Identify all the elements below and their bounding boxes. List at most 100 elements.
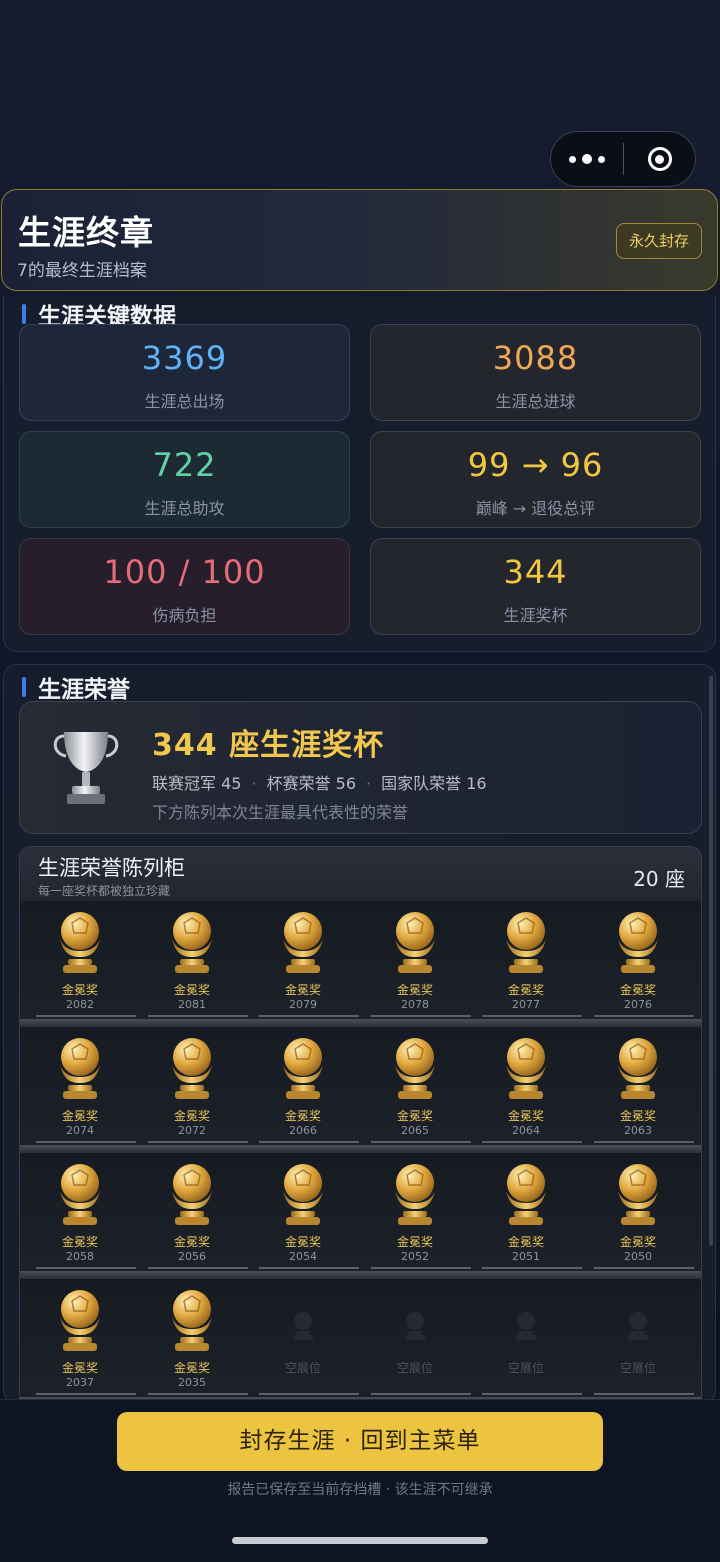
cabinet-shelf-row: 金冕奖 2082 金冕奖 2081 金冕奖 2079 金冕奖 2078 金冕奖 2077 金冕奖 20… (20, 901, 701, 1027)
shelf-board (20, 1145, 701, 1153)
shelf-plate (259, 1267, 359, 1269)
gold-trophy-icon (506, 1164, 546, 1225)
trophy-slot[interactable]: 金冕奖 2077 (470, 901, 582, 1027)
trophy-slot[interactable]: 金冕奖 2052 (359, 1153, 471, 1279)
shelf-plate (594, 1015, 694, 1017)
key-data-panel: 生涯关键数据 3369 生涯总出场 3088 生涯总进球 722 生涯总助攻 9… (3, 296, 716, 652)
trophy-slot[interactable]: 金冕奖 2064 (470, 1027, 582, 1153)
shelf-plate (371, 1393, 471, 1395)
cabinet-title: 生涯荣誉陈列柜 (38, 856, 185, 880)
gold-trophy-icon (506, 912, 546, 973)
trophy-slot[interactable]: 金冕奖 2078 (359, 901, 471, 1027)
gold-trophy-icon (172, 912, 212, 973)
trophy-slot[interactable]: 金冕奖 2072 (136, 1027, 248, 1153)
shelf-plate (259, 1015, 359, 1017)
trophy-name: 金冕奖 (619, 983, 656, 997)
trophy-slot[interactable]: 金冕奖 2063 (582, 1027, 694, 1153)
trophy-name: 金冕奖 (173, 983, 210, 997)
honors-cabinet[interactable]: 生涯荣誉陈列柜 每一座奖杯都被独立珍藏 20 座 金冕奖 2082 金冕奖 2081 金… (19, 846, 702, 1405)
shelf-plate (36, 1267, 136, 1269)
trophy-slot[interactable]: 金冕奖 2051 (470, 1153, 582, 1279)
gold-trophy-icon (60, 1164, 100, 1225)
stat-label: 生涯总进球 (495, 392, 576, 411)
empty-trophy-icon (405, 1312, 425, 1340)
trophy-year: 2076 (624, 998, 652, 1011)
trophy-slot[interactable]: 金冕奖 2037 (24, 1279, 136, 1404)
trophy-name: 金冕奖 (396, 983, 433, 997)
trophy-slot[interactable]: 金冕奖 2056 (136, 1153, 248, 1279)
seal-career-button[interactable]: 封存生涯 · 回到主菜单 (117, 1412, 603, 1471)
scrollbar[interactable] (709, 676, 713, 1246)
empty-trophy-slot: 空展位 (359, 1279, 471, 1404)
trophy-name: 金冕奖 (396, 1109, 433, 1123)
shelf-plate (482, 1267, 582, 1269)
shelf-plate (371, 1267, 471, 1269)
league-count: 45 (221, 774, 242, 793)
trophy-year: 2052 (401, 1250, 429, 1263)
trophy-name: 金冕奖 (61, 983, 98, 997)
stat-value: 344 (503, 553, 568, 591)
ellipsis-icon[interactable] (551, 154, 623, 164)
gold-trophy-icon (283, 1038, 323, 1099)
league-label: 联赛冠军 (152, 774, 217, 793)
stat-value: 3088 (492, 339, 579, 377)
shelf-board (20, 1019, 701, 1027)
trophy-slot[interactable]: 金冕奖 2058 (24, 1153, 136, 1279)
target-icon[interactable] (624, 147, 695, 171)
trophy-year: 2074 (66, 1124, 94, 1137)
page-title: 生涯终章 (18, 213, 154, 252)
trophy-name: 空展位 (619, 1361, 656, 1375)
stat-label: 巅峰 → 退役总评 (475, 499, 596, 518)
empty-trophy-icon (293, 1312, 313, 1340)
stat-label: 生涯总助攻 (144, 499, 225, 518)
trophy-name: 金冕奖 (284, 1235, 321, 1249)
trophy-year: 2064 (512, 1124, 540, 1137)
trophy-slot[interactable]: 金冕奖 2079 (247, 901, 359, 1027)
trophy-slot[interactable]: 金冕奖 2076 (582, 901, 694, 1027)
trophy-slot[interactable]: 金冕奖 2065 (359, 1027, 471, 1153)
cup-label: 杯赛荣誉 (266, 774, 331, 793)
trophy-name: 金冕奖 (173, 1109, 210, 1123)
honors-panel: 生涯荣誉 344 座生涯奖杯 联赛冠军 45 · 杯赛荣誉 56 · 国家队荣誉 16 … (3, 664, 716, 1405)
trophy-slot[interactable]: 金冕奖 2066 (247, 1027, 359, 1153)
gold-trophy-icon (395, 1164, 435, 1225)
stat-injury: 100 / 100 伤病负担 (19, 538, 350, 635)
stat-label: 生涯总出场 (144, 392, 225, 411)
cabinet-subtitle: 每一座奖杯都被独立珍藏 (38, 884, 171, 898)
empty-trophy-slot: 空展位 (582, 1279, 694, 1404)
silver-trophy-icon (53, 732, 119, 804)
trophy-slot[interactable]: 金冕奖 2050 (582, 1153, 694, 1279)
trophy-slot[interactable]: 金冕奖 2074 (24, 1027, 136, 1153)
trophy-slot[interactable]: 金冕奖 2081 (136, 901, 248, 1027)
stat-label: 生涯奖杯 (503, 606, 568, 625)
shelf-plate (594, 1393, 694, 1395)
national-label: 国家队荣誉 (381, 774, 462, 793)
trophy-name: 空展位 (507, 1361, 544, 1375)
trophy-summary-card: 344 座生涯奖杯 联赛冠军 45 · 杯赛荣誉 56 · 国家队荣誉 16 下方陈列本… (19, 701, 702, 834)
empty-trophy-slot: 空展位 (247, 1279, 359, 1404)
cabinet-shelf-row: 金冕奖 2037 金冕奖 2035 空展位 空展位 空展位 空展位 (20, 1279, 701, 1404)
stat-goals: 3088 生涯总进球 (370, 324, 701, 421)
trophy-year: 2050 (624, 1250, 652, 1263)
trophy-slot[interactable]: 金冕奖 2035 (136, 1279, 248, 1404)
trophy-name: 金冕奖 (173, 1235, 210, 1249)
trophy-slot[interactable]: 金冕奖 2054 (247, 1153, 359, 1279)
home-indicator (232, 1537, 488, 1544)
page-subtitle: 7的最终生涯档案 (17, 261, 147, 281)
trophy-breakdown: 联赛冠军 45 · 杯赛荣誉 56 · 国家队荣誉 16 (152, 774, 487, 793)
trophy-year: 2066 (289, 1124, 317, 1137)
stat-assists: 722 生涯总助攻 (19, 431, 350, 528)
trophy-name: 金冕奖 (284, 983, 321, 997)
trophy-year: 2056 (178, 1250, 206, 1263)
archive-badge: 永久封存 (615, 223, 702, 259)
save-note: 报告已保存至当前存档槽 · 该生涯不可继承 (227, 1482, 493, 1498)
gold-trophy-icon (618, 912, 658, 973)
empty-trophy-slot: 空展位 (470, 1279, 582, 1404)
gold-trophy-icon (172, 1164, 212, 1225)
trophy-name: 金冕奖 (619, 1109, 656, 1123)
trophy-year: 2058 (66, 1250, 94, 1263)
trophy-slot[interactable]: 金冕奖 2082 (24, 901, 136, 1027)
stat-rating: 99 → 96 巅峰 → 退役总评 (370, 431, 701, 528)
trophy-name: 金冕奖 (61, 1361, 98, 1375)
shelf-plate (148, 1393, 248, 1395)
